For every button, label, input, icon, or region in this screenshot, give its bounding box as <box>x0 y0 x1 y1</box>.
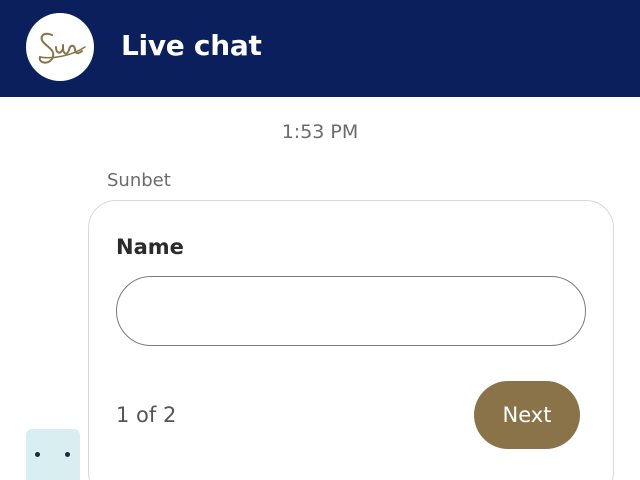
next-button[interactable]: Next <box>474 381 580 449</box>
page-indicator: 1 of 2 <box>116 403 177 427</box>
name-input[interactable] <box>116 276 586 346</box>
message-timestamp: 1:53 PM <box>281 121 359 143</box>
logo-script-icon <box>38 32 86 64</box>
header-title: Live chat <box>121 29 262 62</box>
typing-dot <box>35 452 40 457</box>
chat-header: Live chat <box>0 0 640 97</box>
typing-dot <box>65 452 70 457</box>
sunbet-logo-icon <box>26 13 94 81</box>
typing-dots-icon <box>26 429 80 480</box>
name-form-card: Name 1 of 2 Next <box>88 200 614 480</box>
name-field-label: Name <box>116 235 184 259</box>
sender-name: Sunbet <box>107 170 171 191</box>
